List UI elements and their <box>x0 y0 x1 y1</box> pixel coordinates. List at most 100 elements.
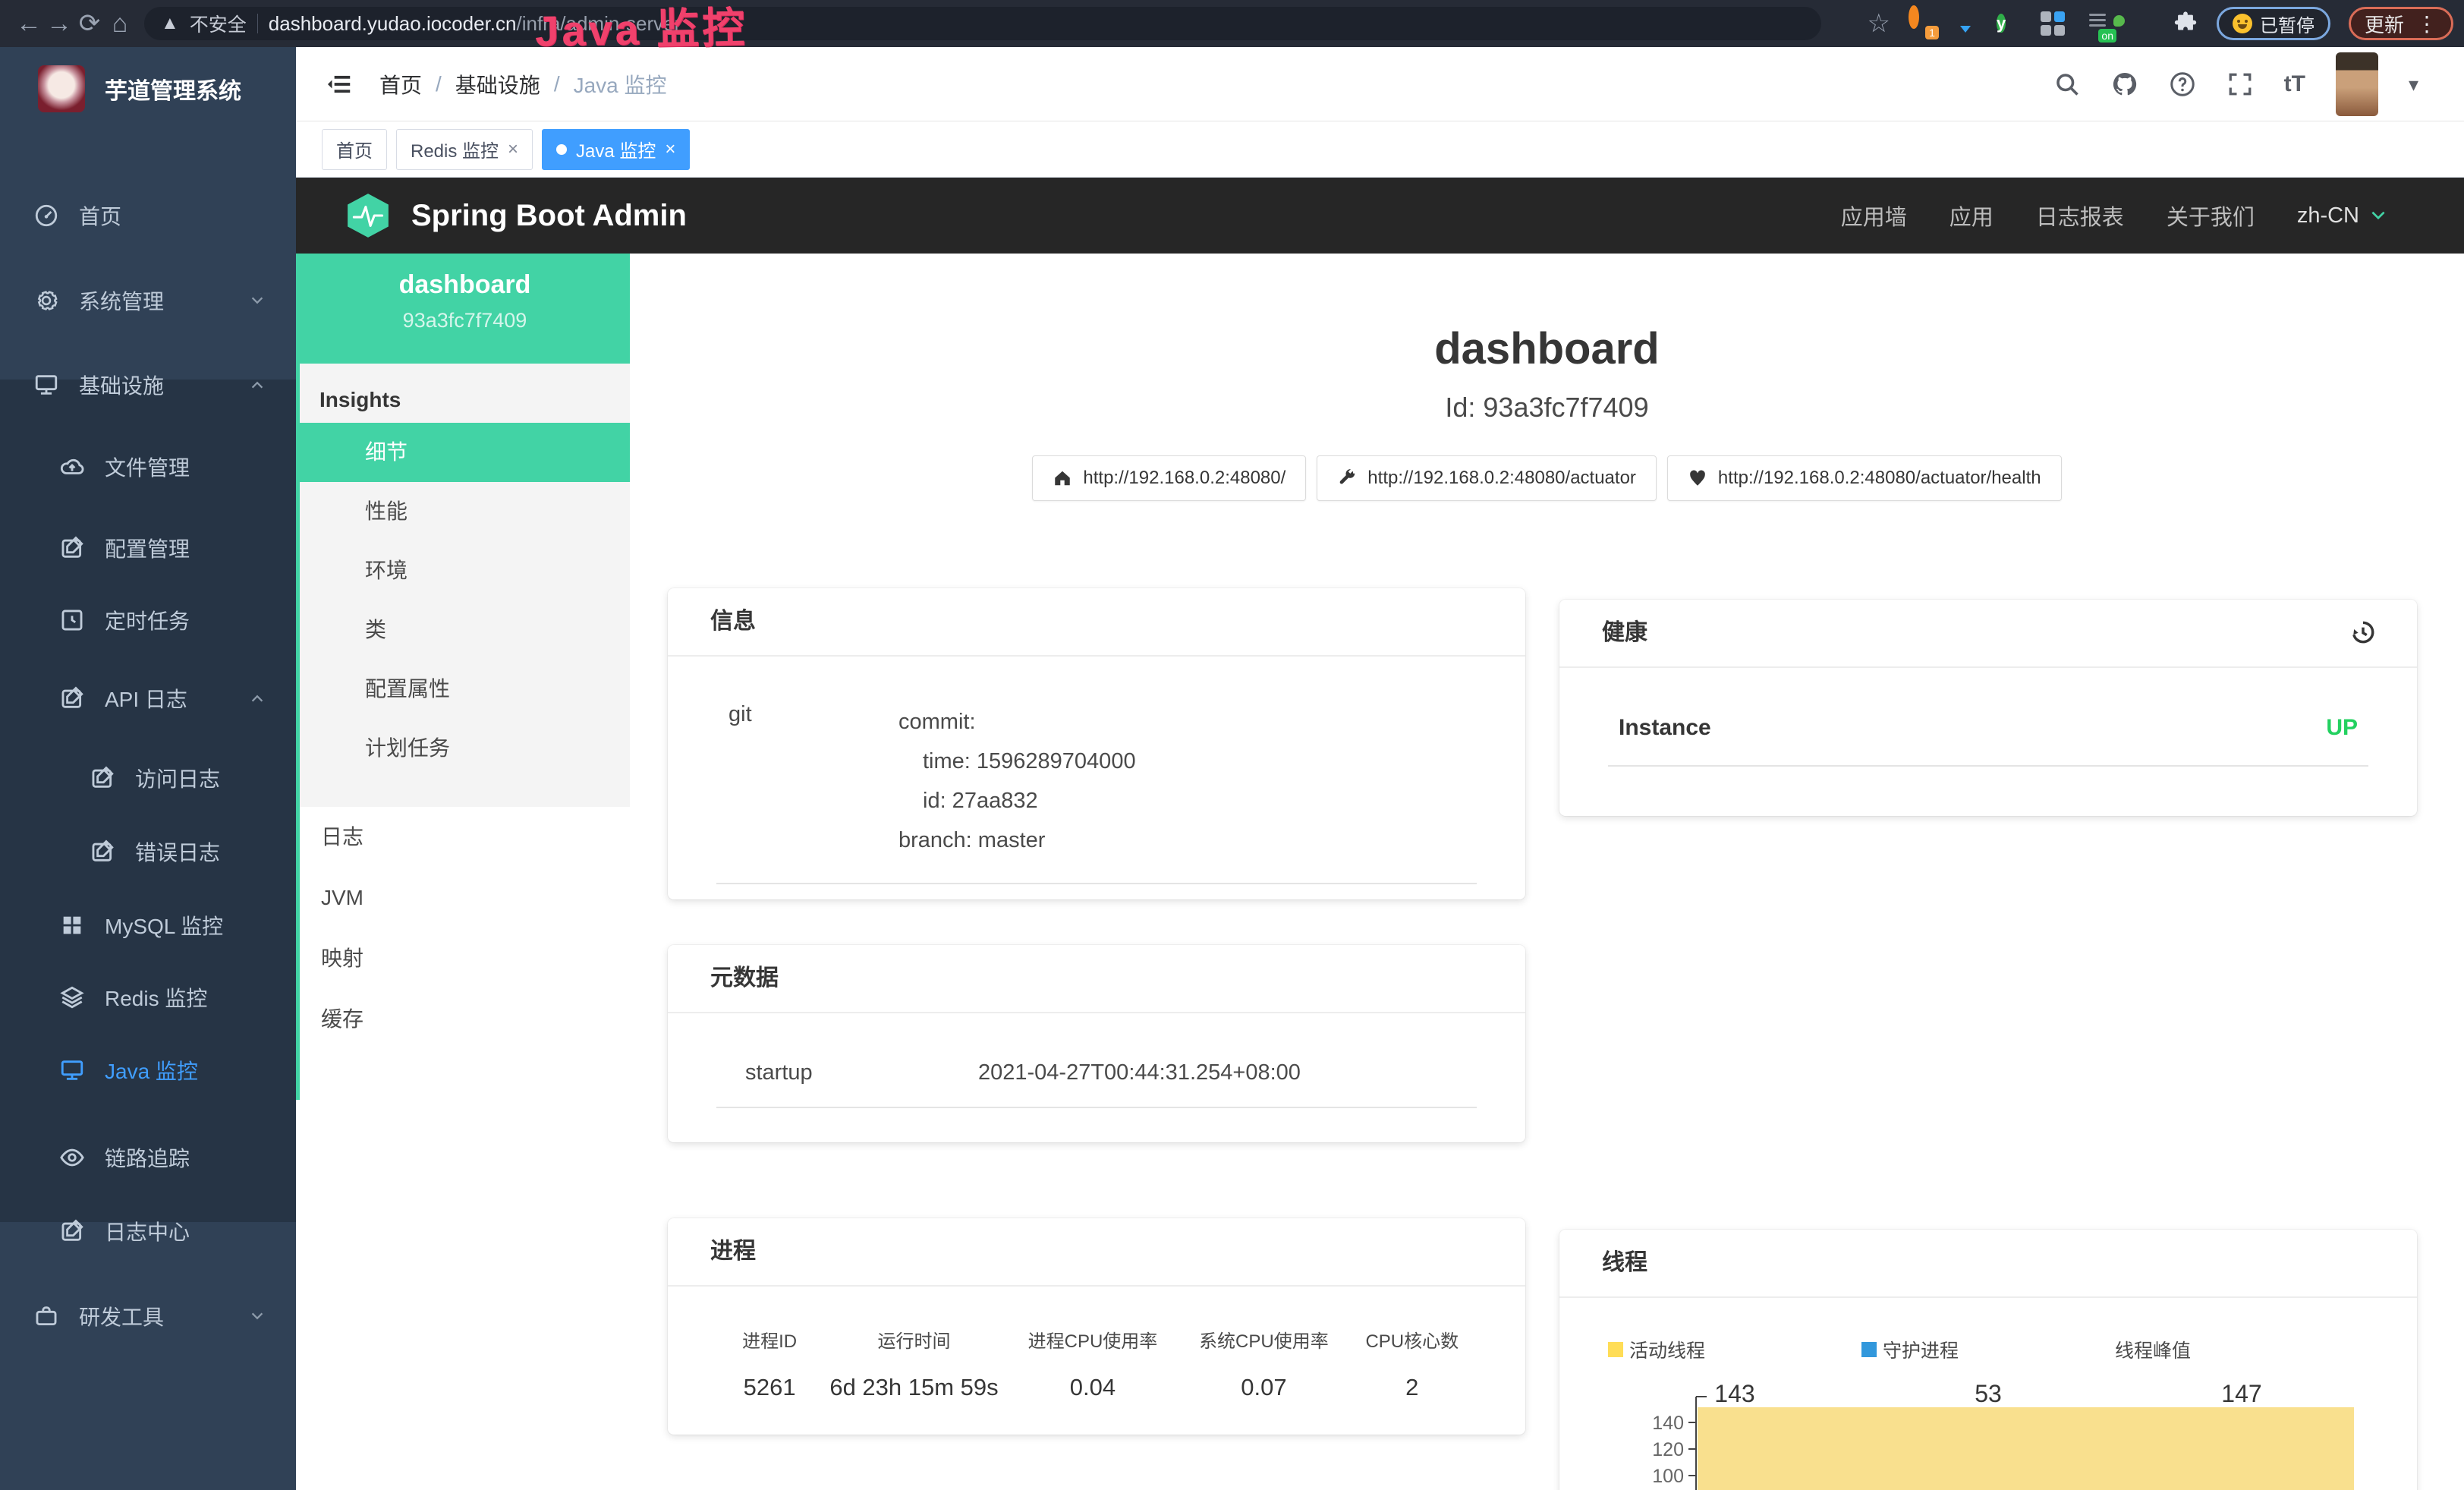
tag-redis[interactable]: Redis 监控× <box>396 129 533 170</box>
update-label: 更新 <box>2365 10 2404 38</box>
panel-process-title: 进程 <box>668 1218 1525 1287</box>
breadcrumb-current: Java 监控 <box>574 69 667 99</box>
layers-icon <box>59 984 85 1010</box>
home-icon <box>1053 468 1072 488</box>
info-value: commit: time: 1596289704000 id: 27aa832 … <box>898 702 1477 860</box>
forward-icon[interactable]: → <box>44 9 74 39</box>
sba-item-details[interactable]: 细节 <box>300 423 630 482</box>
sba-item-caches[interactable]: 缓存 <box>300 989 630 1050</box>
doc-edit-icon <box>90 839 115 865</box>
sidebar-item-system[interactable]: 系统管理 <box>0 263 296 339</box>
sba-item-mappings[interactable]: 映射 <box>300 928 630 989</box>
sba-item-environment[interactable]: 环境 <box>300 541 630 600</box>
sidebar-item-java-monitor[interactable]: Java 监控 <box>0 1032 296 1108</box>
url-host: dashboard.yudao.iocoder.cn <box>269 12 517 35</box>
sidebar-item-log-center[interactable]: 日志中心 <box>0 1193 296 1269</box>
sba-item-scheduled-tasks[interactable]: 计划任务 <box>300 719 630 778</box>
insights-group: Insights 细节 性能 环境 类 配置属性 计划任务 <box>300 364 630 807</box>
sidebar-item-files[interactable]: 文件管理 <box>0 429 296 505</box>
sidebar-item-jobs[interactable]: 定时任务 <box>0 582 296 658</box>
metadata-value: 2021-04-27T00:44:31.254+08:00 <box>978 1060 1477 1085</box>
extension-switch-icon[interactable]: on <box>2085 11 2110 36</box>
tag-home[interactable]: 首页 <box>322 129 387 170</box>
sidebar-item-config[interactable]: 配置管理 <box>0 510 296 586</box>
extensions-puzzle-icon[interactable] <box>2173 11 2198 36</box>
legend-blue-swatch <box>1861 1342 1877 1357</box>
font-size-icon[interactable]: tT <box>2284 71 2305 97</box>
sba-item-jvm[interactable]: JVM <box>300 868 630 928</box>
sba-nav-wall[interactable]: 应用墙 <box>1841 200 1907 232</box>
sba-nav-apps[interactable]: 应用 <box>1949 200 1994 232</box>
gear-icon <box>33 288 59 313</box>
instance-header[interactable]: dashboard 93a3fc7f7409 <box>300 254 630 364</box>
sidebar-item-home[interactable]: 首页 <box>0 178 296 254</box>
extension-leaf-icon[interactable] <box>2129 11 2154 36</box>
history-icon[interactable] <box>2349 618 2377 647</box>
sidebar-item-api-log[interactable]: API 日志 <box>0 660 296 736</box>
process-value-pid: 5261 <box>716 1374 823 1401</box>
close-icon[interactable]: × <box>665 139 675 160</box>
sba-logo-icon[interactable] <box>345 192 392 239</box>
instance-id: 93a3fc7f7409 <box>300 309 630 332</box>
sidebar-item-error-log[interactable]: 错误日志 <box>0 814 296 890</box>
sba-item-classes[interactable]: 类 <box>300 600 630 660</box>
sidebar-item-access-log[interactable]: 访问日志 <box>0 740 296 816</box>
sidebar-item-mysql[interactable]: MySQL 监控 <box>0 887 296 963</box>
info-label: git <box>716 702 898 860</box>
search-icon[interactable] <box>2053 71 2081 98</box>
help-icon[interactable] <box>2169 71 2196 98</box>
bookmark-star-icon[interactable]: ☆ <box>1868 8 1890 39</box>
extension-badge: 1 <box>1925 26 1939 39</box>
app-sidebar: 芋道管理系统 首页 系统管理 基础设施 文件管理 配置管理 定时任务 <box>0 47 296 1490</box>
annotation-java-monitor: Java 监控 <box>534 0 748 58</box>
health-url-button[interactable]: http://192.168.0.2:48080/actuator/health <box>1667 455 2062 501</box>
extension-grid-icon[interactable] <box>2041 11 2066 36</box>
menu-dots-icon[interactable]: ⋮ <box>2416 11 2437 36</box>
fullscreen-icon[interactable] <box>2226 71 2254 98</box>
avatar-caret-icon[interactable]: ▾ <box>2409 73 2418 96</box>
close-icon[interactable]: × <box>508 139 518 160</box>
header-actions: tT ▾ <box>2053 47 2418 121</box>
sba-brand[interactable]: Spring Boot Admin <box>411 199 687 233</box>
hamburger-icon[interactable] <box>325 70 354 99</box>
threads-area-chart: 140 120 100 <box>1599 1391 2381 1490</box>
address-bar[interactable]: ▲ 不安全 dashboard.yudao.iocoder.cn/infra/a… <box>144 7 1821 40</box>
sba-item-config-props[interactable]: 配置属性 <box>300 660 630 719</box>
security-label[interactable]: 不安全 <box>190 10 247 37</box>
breadcrumb-home[interactable]: 首页 <box>379 69 422 99</box>
monitor-icon <box>33 372 59 398</box>
update-button[interactable]: 更新 ⋮ <box>2349 7 2453 40</box>
service-url-button[interactable]: http://192.168.0.2:48080/ <box>1032 455 1306 501</box>
back-icon[interactable]: ← <box>14 9 44 39</box>
instance-name: dashboard <box>300 270 630 300</box>
user-avatar[interactable] <box>2336 52 2378 116</box>
extension-pin-icon[interactable] <box>1953 11 1978 36</box>
gauge-icon <box>33 203 59 228</box>
paused-pill[interactable]: 已暂停 <box>2217 7 2330 40</box>
sidebar-item-redis[interactable]: Redis 监控 <box>0 959 296 1035</box>
actuator-url-button[interactable]: http://192.168.0.2:48080/actuator <box>1317 455 1657 501</box>
github-icon[interactable] <box>2111 71 2138 98</box>
app-logo-block[interactable]: 芋道管理系统 <box>0 47 296 131</box>
process-value-syscpu: 0.07 <box>1180 1374 1347 1401</box>
sidebar-item-tracing[interactable]: 链路追踪 <box>0 1120 296 1195</box>
sba-language-select[interactable]: zh-CN <box>2297 203 2388 228</box>
warning-icon: ▲ <box>161 13 179 34</box>
metadata-row-startup: startup 2021-04-27T00:44:31.254+08:00 <box>716 1060 1477 1108</box>
home-icon[interactable]: ⌂ <box>105 9 135 39</box>
sba-item-performance[interactable]: 性能 <box>300 482 630 541</box>
panel-health: 健康 Instance UP <box>1559 600 2417 816</box>
extension-y-icon[interactable]: y <box>1997 11 2022 36</box>
breadcrumb-infra[interactable]: 基础设施 <box>455 69 540 99</box>
sidebar-item-dev-tools[interactable]: 研发工具 <box>0 1278 296 1354</box>
panel-info-title: 信息 <box>668 588 1525 657</box>
sba-nav-journal[interactable]: 日志报表 <box>2036 200 2124 232</box>
reload-icon[interactable]: ⟳ <box>74 8 105 39</box>
sba-item-logs[interactable]: 日志 <box>300 807 630 868</box>
sba-header: Spring Boot Admin 应用墙 应用 日志报表 关于我们 zh-CN <box>296 178 2464 254</box>
tag-java-active[interactable]: Java 监控× <box>542 129 690 170</box>
sidebar-item-infra[interactable]: 基础设施 <box>0 347 296 423</box>
sba-nav-about[interactable]: 关于我们 <box>2167 200 2255 232</box>
extension-orange-icon[interactable]: 1 <box>1909 11 1934 36</box>
cloud-upload-icon <box>59 454 85 480</box>
